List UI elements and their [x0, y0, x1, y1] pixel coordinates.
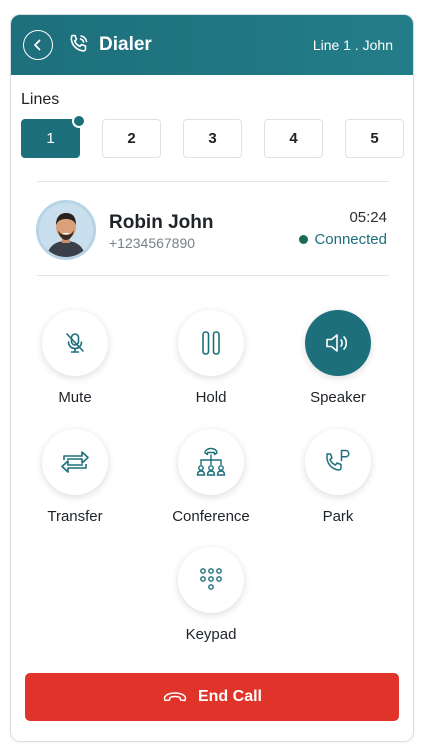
- transfer-button[interactable]: [42, 429, 108, 495]
- caller-number: +1234567890: [109, 235, 196, 251]
- caller-name: Robin John: [109, 212, 214, 233]
- active-line-info: Line 1 . John: [312, 37, 393, 53]
- call-duration: 05:24: [349, 209, 387, 226]
- conference-label: Conference: [172, 508, 250, 525]
- chevron-left-icon: [34, 39, 41, 51]
- keypad-icon: [200, 568, 222, 590]
- conference-icon: [196, 447, 226, 476]
- speaker-icon: [326, 334, 348, 352]
- hold-label: Hold: [195, 389, 227, 406]
- line-button-5[interactable]: 5: [345, 119, 404, 158]
- hold-control: Hold: [161, 310, 261, 406]
- mute-label: Mute: [58, 389, 92, 406]
- lines-label: Lines: [21, 91, 60, 108]
- active-line-indicator: [72, 114, 86, 128]
- mic-off-icon: [66, 333, 84, 353]
- keypad-control: Keypad: [161, 547, 261, 643]
- end-call-label: End Call: [197, 688, 262, 705]
- hold-button[interactable]: [178, 310, 244, 376]
- hang-up-icon: [163, 692, 187, 702]
- keypad-label: Keypad: [185, 626, 237, 643]
- line-button-1[interactable]: 1: [21, 119, 80, 158]
- dialer-panel: Dialer Line 1 . John Lines 1 2 3 4 5 Rob…: [10, 14, 414, 742]
- line-button-2[interactable]: 2: [102, 119, 161, 158]
- transfer-arrows-icon: [61, 451, 89, 473]
- mute-control: Mute: [25, 310, 125, 406]
- conference-control: Conference: [161, 429, 261, 525]
- divider: [37, 181, 389, 182]
- page-title: Dialer: [99, 34, 152, 55]
- dialer-header: Dialer Line 1 . John: [11, 15, 413, 75]
- transfer-control: Transfer: [25, 429, 125, 525]
- back-button[interactable]: [23, 30, 53, 60]
- conference-button[interactable]: [178, 429, 244, 495]
- person-avatar-icon: [39, 203, 93, 257]
- line-selector: 1 2 3 4 5: [21, 114, 405, 159]
- park-control: Park: [288, 429, 388, 525]
- status-dot-icon: [299, 235, 309, 244]
- keypad-button[interactable]: [178, 547, 244, 613]
- call-status-label: Connected: [314, 231, 387, 248]
- park-button[interactable]: [305, 429, 371, 495]
- phone-call-icon: [70, 34, 88, 52]
- line-button-3[interactable]: 3: [183, 119, 242, 158]
- park-label: Park: [322, 508, 354, 525]
- divider: [37, 275, 389, 276]
- park-call-icon: [326, 449, 350, 471]
- pause-icon: [202, 331, 220, 355]
- speaker-label: Speaker: [310, 389, 366, 406]
- transfer-label: Transfer: [47, 508, 103, 525]
- speaker-control: Speaker: [288, 310, 388, 406]
- mute-button[interactable]: [42, 310, 108, 376]
- end-call-button[interactable]: End Call: [25, 673, 399, 721]
- speaker-button[interactable]: [305, 310, 371, 376]
- caller-avatar: [36, 200, 96, 260]
- line-button-4[interactable]: 4: [264, 119, 323, 158]
- call-status: Connected: [299, 231, 387, 248]
